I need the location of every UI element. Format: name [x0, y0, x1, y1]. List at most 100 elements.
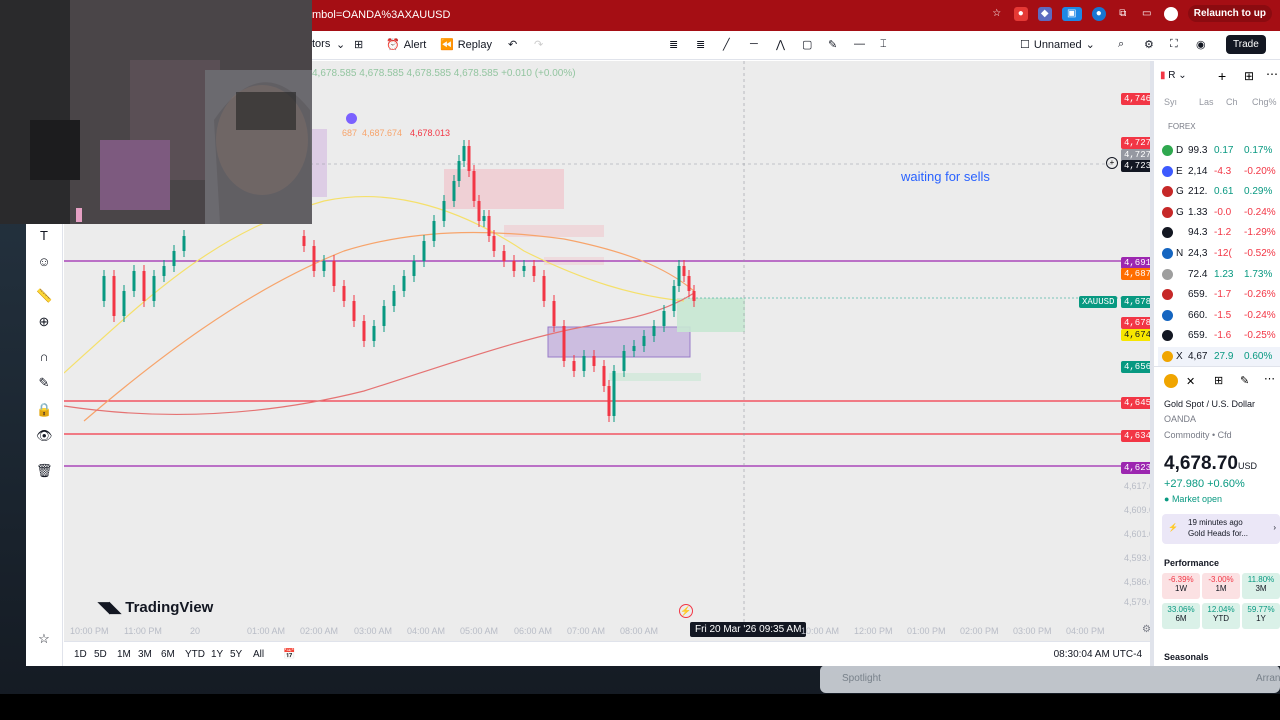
range-button-1m[interactable]: 1M — [117, 649, 131, 660]
lightning-icon[interactable]: ⚡ — [679, 604, 693, 618]
col-change-pct[interactable]: Chg% — [1252, 97, 1277, 107]
symbol-name[interactable]: Gold Spot / U.S. Dollar — [1164, 399, 1255, 409]
emoji-icon[interactable]: ☺ — [36, 254, 52, 270]
ruler-icon[interactable]: 📏 — [36, 288, 52, 304]
sidebar-icon[interactable]: ▭ — [1140, 7, 1154, 21]
range-button-5y[interactable]: 5Y — [230, 649, 242, 660]
performance-cell[interactable]: -3.00% 1M — [1202, 573, 1240, 599]
watchlist-row[interactable]: G 1.33 -0.0 -0.24% — [1158, 203, 1280, 223]
clock-timezone[interactable]: 08:30:04 AM UTC-4 — [1054, 649, 1142, 660]
watchlist-row[interactable]: 94.3 -1.2 -1.29% — [1158, 223, 1280, 243]
date-range-calendar-icon[interactable]: 📅 — [283, 649, 295, 660]
redo-icon[interactable]: ↷ — [534, 38, 543, 51]
trendline-icon[interactable]: ╱ — [723, 38, 730, 51]
alert-button[interactable]: ⏰ Alert — [386, 38, 426, 52]
extension-icon[interactable]: ● — [1013, 6, 1028, 21]
horizontal-ray-icon[interactable]: ─ — [750, 38, 758, 50]
pencil-icon[interactable]: ✎ — [36, 375, 52, 391]
watchlist-row[interactable]: 660. -1.5 -0.24% — [1158, 306, 1280, 326]
spotlight-label[interactable]: Spotlight — [842, 673, 881, 684]
watchlist-row[interactable]: D 99.3 0.17 0.17% — [1158, 141, 1280, 161]
watchlist-row[interactable]: 72.4 1.23 1.73% — [1158, 265, 1280, 285]
settings-badge-icon[interactable] — [346, 113, 357, 124]
layout-icon[interactable]: ⊞ — [1244, 69, 1254, 83]
edit-icon[interactable]: ✎ — [1240, 374, 1249, 387]
url-text[interactable]: mbol=OANDA%3AXAUUSD — [312, 9, 450, 21]
range-button-6m[interactable]: 6M — [161, 649, 175, 660]
text-tool-icon[interactable]: T — [36, 228, 52, 244]
profile-icon[interactable] — [1163, 6, 1178, 21]
more-icon[interactable]: ⋯ — [1264, 372, 1275, 385]
measure-icon[interactable]: ⌶ — [880, 38, 887, 51]
camera-icon[interactable]: ◉ — [1196, 38, 1206, 51]
arrange-label[interactable]: Arran — [1256, 673, 1280, 684]
trade-button[interactable]: Trade — [1226, 35, 1266, 54]
relaunch-button[interactable]: Relaunch to up — [1187, 5, 1272, 22]
more-icon[interactable]: ⋯ — [1266, 67, 1278, 81]
line-icon[interactable]: — — [854, 38, 865, 50]
performance-cell[interactable]: 59.77% 1Y — [1242, 603, 1280, 629]
ohlc-legend: 4,678.585 4,678.585 4,678.585 4,678.585 … — [312, 68, 576, 79]
favorites-star-icon[interactable]: ☆ — [36, 631, 52, 647]
eye-icon[interactable]: 👁 — [36, 428, 53, 444]
drawing-tool-icon[interactable]: ≣ — [669, 38, 678, 51]
close-icon[interactable]: ✕ — [1186, 375, 1195, 388]
range-button-3m[interactable]: 3M — [138, 649, 152, 660]
undo-icon[interactable]: ↶ — [508, 38, 517, 51]
lock-icon[interactable]: 🔒 — [36, 402, 52, 418]
watchlist-row[interactable]: 659. -1.7 -0.26% — [1158, 285, 1280, 305]
news-card[interactable]: ⚡ 19 minutes ago Gold Heads for... › — [1162, 514, 1280, 544]
templates-grid-icon[interactable]: ⊞ — [354, 38, 363, 51]
indicators-button[interactable]: tors — [312, 38, 330, 50]
screen-bottom-bar — [0, 694, 1280, 720]
performance-cell[interactable]: 33.06% 6M — [1162, 603, 1200, 629]
chart-annotation-text[interactable]: waiting for sells — [901, 169, 990, 184]
fullscreen-icon[interactable]: ⛶ — [1170, 38, 1178, 51]
brush-icon[interactable]: ✎ — [828, 38, 837, 51]
range-button-ytd[interactable]: YTD — [185, 649, 205, 660]
magnet-icon[interactable]: ∩ — [36, 349, 52, 365]
extension-icon[interactable]: ▣ — [1061, 6, 1082, 21]
watchlist-row[interactable]: N 24,3 -12(-0.52% — [1158, 244, 1280, 264]
chevron-down-icon[interactable]: ⌄ — [336, 38, 345, 51]
rectangle-icon[interactable]: ▢ — [802, 38, 812, 51]
col-symbol[interactable]: Syı — [1164, 97, 1177, 107]
extension-icon[interactable]: ● — [1091, 6, 1106, 21]
range-button-5d[interactable]: 5D — [94, 649, 107, 660]
extension-icon[interactable]: ◆ — [1037, 6, 1052, 21]
performance-cell[interactable]: 11.80% 3M — [1242, 573, 1280, 599]
watchlist-section-header[interactable]: FOREX — [1168, 122, 1196, 131]
watchlist-row[interactable]: E 2,14 -4.3 -0.20% — [1158, 162, 1280, 182]
grid-icon[interactable]: ⊞ — [1214, 374, 1223, 387]
puzzle-icon[interactable]: ⧉ — [1116, 7, 1130, 21]
replay-button[interactable]: ⏪ Replay — [440, 38, 492, 52]
search-icon[interactable]: ⌕ — [1118, 38, 1124, 51]
time-tick: 11:00 PM — [124, 626, 162, 636]
layout-button[interactable]: ☐ Unnamed ⌄ — [1020, 38, 1095, 52]
supply-zone — [444, 169, 564, 209]
trash-icon[interactable]: 🗑 — [36, 463, 53, 479]
drawing-tool-icon[interactable]: ≣ — [696, 38, 705, 51]
watchlist-row[interactable]: 659. -1.6 -0.25% — [1158, 326, 1280, 346]
add-plus-icon[interactable]: + — [1106, 157, 1118, 169]
candle-body — [112, 276, 116, 316]
star-icon[interactable]: ☆ — [990, 7, 1004, 21]
settings-gear-icon[interactable]: ⚙ — [1142, 624, 1150, 635]
watchlist-row[interactable]: G 212. 0.61 0.29% — [1158, 182, 1280, 202]
pattern-icon[interactable]: ⋀ — [776, 38, 785, 51]
range-button-all[interactable]: All — [253, 649, 264, 660]
row-last: 72.4 — [1188, 268, 1208, 280]
watchlist-title[interactable]: ▮ R ⌄ — [1160, 70, 1187, 81]
performance-cell[interactable]: -6.39% 1W — [1162, 573, 1200, 599]
col-last[interactable]: Las — [1199, 97, 1214, 107]
gear-icon[interactable]: ⚙ — [1144, 38, 1154, 51]
performance-cell[interactable]: 12.04% YTD — [1202, 603, 1240, 629]
watchlist-row[interactable]: X 4,67 27.9 0.60% — [1158, 347, 1280, 367]
col-change[interactable]: Ch — [1226, 97, 1238, 107]
zoom-icon[interactable]: ⊕ — [36, 314, 52, 330]
add-symbol-icon[interactable]: + — [1218, 68, 1226, 84]
range-button-1d[interactable]: 1D — [74, 649, 87, 660]
range-button-1y[interactable]: 1Y — [211, 649, 223, 660]
seasonals-title[interactable]: Seasonals — [1164, 652, 1209, 662]
price-tag: XAUUSD — [1079, 296, 1118, 308]
